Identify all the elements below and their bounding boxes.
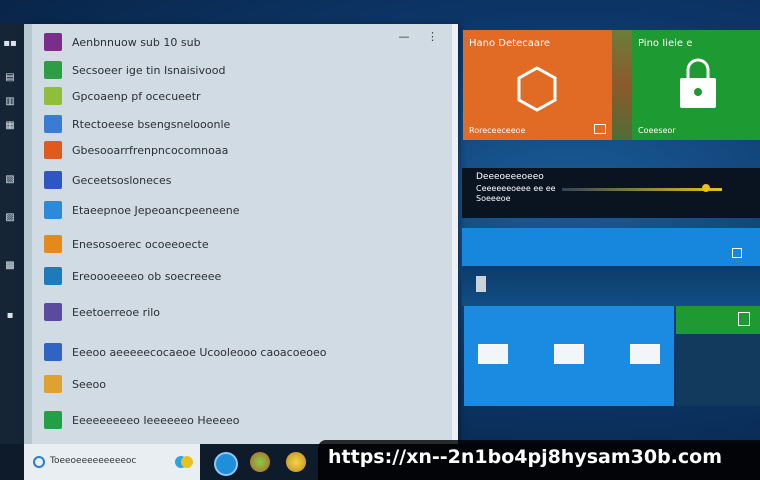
badge-icon: [594, 124, 606, 134]
app-icon: [44, 87, 62, 105]
sheet-icon: [738, 312, 750, 326]
app-list-item[interactable]: Seeoo: [44, 372, 106, 396]
app-label: Eeeoo aeeeeecocaeoe Ucooleooo caoacoeoeo: [72, 345, 327, 359]
app-icon: [44, 235, 62, 253]
music-icon[interactable]: ▪: [2, 310, 18, 322]
app-icon: [44, 375, 62, 393]
app-icon: [44, 343, 62, 361]
tile-documents[interactable]: [464, 306, 674, 406]
app-list-item[interactable]: Enesosoerec ocoeeoecte: [44, 232, 209, 256]
document-icon: [630, 344, 660, 364]
document-icon: [478, 344, 508, 364]
app-icon: [44, 201, 62, 219]
app-icon: [44, 61, 62, 79]
app-list-item[interactable]: Gpcoaenp pf ocecueetr: [44, 84, 201, 108]
tile-water-image[interactable]: [462, 266, 760, 306]
app-label: Seeoo: [72, 377, 106, 391]
tile-landscape-image[interactable]: [612, 30, 632, 140]
more-options-button[interactable]: ⋮: [427, 30, 438, 43]
progress-thumb[interactable]: [702, 184, 710, 192]
app-icon: [44, 33, 62, 51]
pictures-icon[interactable]: ▦: [2, 120, 18, 132]
app-list-item[interactable]: Eeeoo aeeeeecocaeoe Ucooleooo caoacoeoeo: [44, 340, 326, 364]
tile-title: Deeeoeeeoeeo: [476, 172, 544, 182]
app-icon: [44, 171, 62, 189]
tile-line: Soeeeoe: [476, 194, 511, 203]
app-list-item[interactable]: Eeetoerreoe rilo: [44, 300, 160, 324]
app-list-item[interactable]: Ereoooeeeeo ob soecreeee: [44, 264, 221, 288]
tile-line: Ceeeeeeoeee ee ee: [476, 184, 556, 193]
app-list-item[interactable]: Etaeepnoe Jepeoancpeeneene: [44, 198, 240, 222]
tile-footer: Coeeseor: [638, 126, 676, 135]
app-icon: [44, 303, 62, 321]
settings-icon[interactable]: ▧: [2, 174, 18, 186]
document-icon: [554, 344, 584, 364]
device-icon: [476, 276, 486, 292]
user-icon[interactable]: ▤: [2, 72, 18, 84]
app-label: Gpcoaenp pf ocecueetr: [72, 89, 201, 103]
menu-icon[interactable]: ▪▪: [2, 38, 18, 50]
search-placeholder: Toeeoeeeeeeeeeoc: [50, 456, 137, 466]
tile-footer: Roreceeceeoe: [469, 126, 526, 135]
app-icon: [44, 411, 62, 429]
app-label: Eeeeeeeeeo Ieeeeeeo Heeeeo: [72, 413, 240, 427]
url-text: https://xn--2n1bo4pj8hysam30b.com: [328, 446, 723, 468]
panel-edge: [24, 24, 32, 444]
tile-orange-app[interactable]: Hano Detecaare Roreceeceeoe: [463, 30, 612, 140]
tile-blue-banner[interactable]: [462, 228, 760, 266]
app-label: Enesosoerec ocoeeoecte: [72, 237, 209, 251]
explorer-icon[interactable]: [286, 452, 306, 472]
app-label: Gbesooarrfrenpncocomnoaa: [72, 143, 229, 157]
tile-store[interactable]: Pino Iieie e Coeeseor: [632, 30, 760, 140]
app-list-item[interactable]: Rtectoeese bsengsnelooonle: [44, 112, 230, 136]
app-label: Eeetoerreoe rilo: [72, 305, 161, 319]
folder-icon[interactable]: ▩: [2, 260, 18, 272]
cortana-icon: [33, 456, 45, 468]
app-label: Rtectoeese bsengsnelooonle: [72, 117, 231, 131]
badge-icon: [732, 248, 742, 258]
app-list-item[interactable]: Geceetsosloneces: [44, 168, 171, 192]
minimize-button[interactable]: —: [399, 30, 410, 43]
shopping-bag-icon: [680, 58, 716, 108]
app-label: Etaeepnoe Jepeoancpeeneene: [72, 203, 240, 217]
chrome-icon[interactable]: [250, 452, 270, 472]
panel-controls: — ⋮: [385, 30, 439, 43]
tile-sea-image[interactable]: [676, 334, 760, 406]
mic-icon[interactable]: [174, 454, 194, 470]
app-list-item[interactable]: Secsoeer ige tin Isnaisivood: [44, 58, 225, 82]
app-icon: [44, 267, 62, 285]
url-watermark: https://xn--2n1bo4pj8hysam30b.com: [318, 440, 760, 480]
app-label: Aenbnnuow sub 10 sub: [72, 35, 201, 49]
tile-green-small[interactable]: [676, 306, 760, 334]
documents-icon[interactable]: ▥: [2, 96, 18, 108]
app-list-item[interactable]: Eeeeeeeeeo Ieeeeeeo Heeeeo: [44, 408, 239, 432]
app-label: Secsoeer ige tin Isnaisivood: [72, 63, 226, 77]
hexagon-icon: [517, 66, 557, 112]
tile-media-player[interactable]: Deeeoeeeoeeo Ceeeeeeoeee ee ee Soeeeoe: [462, 168, 760, 218]
app-icon: [44, 115, 62, 133]
app-list-item[interactable]: Gbesooarrfrenpncocomnoaa: [44, 138, 228, 162]
power-icon[interactable]: ▨: [2, 212, 18, 224]
app-label: Ereoooeeeeo ob soecreeee: [72, 269, 222, 283]
app-list-item[interactable]: Aenbnnuow sub 10 sub: [44, 30, 201, 54]
left-rail: ▪▪ ▤ ▥ ▦ ▧ ▨ ▩ ▪: [0, 24, 24, 444]
app-icon: [44, 141, 62, 159]
edge-icon[interactable]: [214, 452, 238, 476]
app-label: Geceetsosloneces: [72, 173, 172, 187]
progress-bar[interactable]: [562, 188, 722, 191]
